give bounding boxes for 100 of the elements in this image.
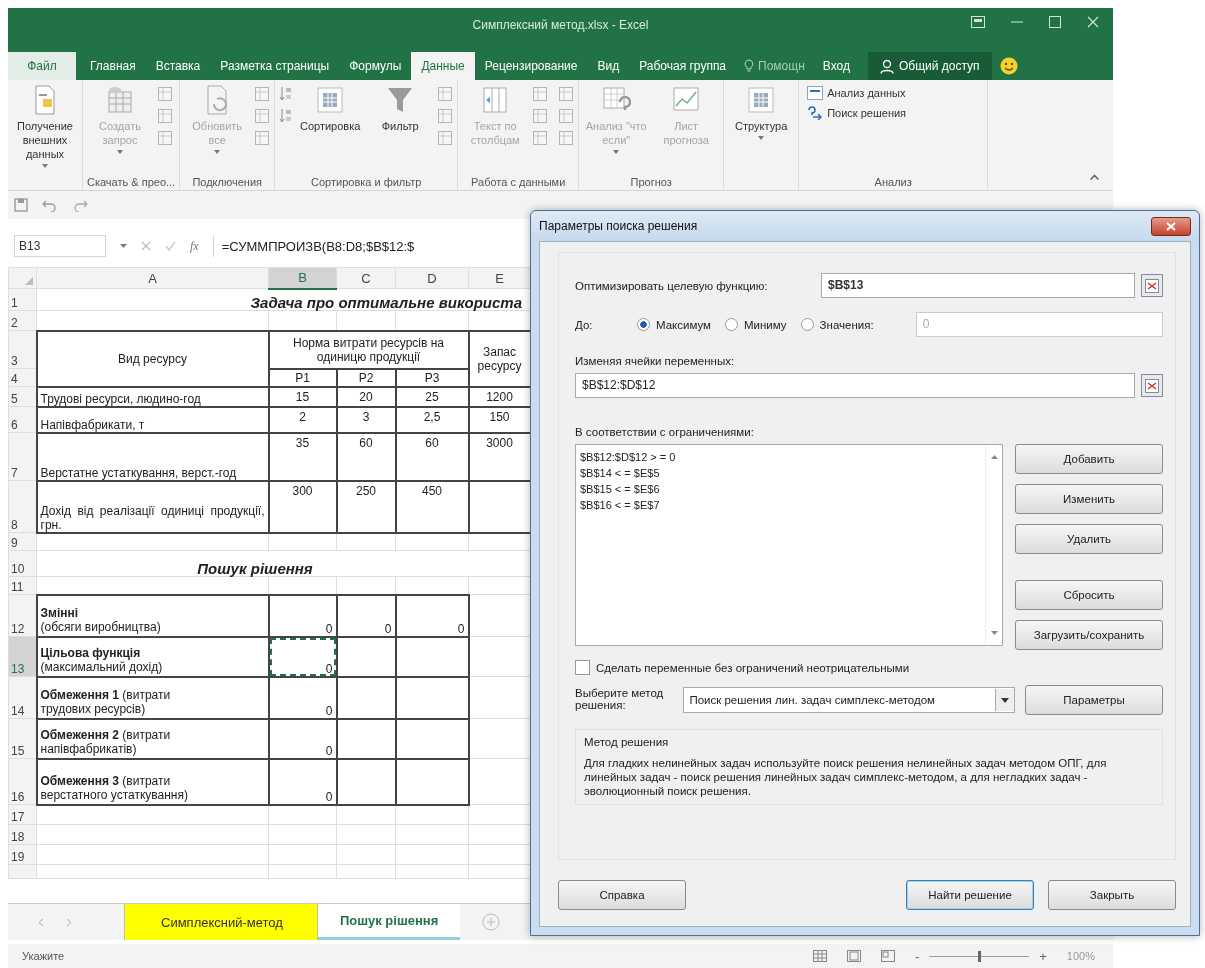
row-header[interactable]: 12 (8, 594, 37, 637)
ribbon-tab[interactable]: Формулы (339, 52, 412, 80)
dialog-button[interactable]: Загрузить/сохранить (1015, 620, 1163, 650)
radio-option[interactable]: Значения: (800, 318, 874, 331)
row-header[interactable]: 6 (8, 406, 37, 433)
dialog-button[interactable]: Сбросить (1015, 580, 1163, 610)
sort-icon[interactable] (279, 86, 294, 102)
insert-function-button[interactable]: fx (190, 238, 199, 254)
row-header[interactable]: 15 (8, 718, 37, 759)
tool-icon[interactable] (532, 108, 549, 124)
ribbon-tab[interactable]: Главная (80, 52, 146, 80)
select-all-icon[interactable] (25, 277, 33, 285)
dialog-button[interactable]: Изменить (1015, 484, 1163, 514)
tool-icon[interactable] (437, 130, 454, 146)
ribbon-tab[interactable]: Вид (587, 52, 630, 80)
zoom-out-button[interactable]: - (914, 948, 920, 964)
row-header[interactable]: 13 (8, 636, 37, 677)
row-header[interactable]: 17 (8, 804, 37, 825)
ribbon-button[interactable]: Структура (728, 84, 795, 140)
normal-view-icon[interactable] (812, 950, 827, 962)
ribbon-tab[interactable]: Рецензирование (474, 52, 588, 80)
close-button[interactable] (1151, 216, 1191, 236)
tool-icon[interactable] (157, 130, 173, 146)
ribbon-button[interactable]: Анализ данных (803, 84, 910, 102)
constraint-item[interactable]: $B$14 < = $E$5 (580, 465, 981, 481)
check-icon[interactable] (165, 241, 176, 251)
dialog-button[interactable]: Добавить (1015, 444, 1163, 474)
ribbon-button[interactable]: Получение внешних данных (12, 84, 78, 168)
sort-icon[interactable] (279, 108, 294, 124)
sheet-tab[interactable]: Симплексний-метод (124, 904, 317, 940)
ribbon-button[interactable]: Фильтр (367, 84, 434, 133)
row-header[interactable]: 2 (8, 310, 37, 331)
method-dropdown[interactable]: Поиск решения лин. задач симплекс-методом (683, 687, 1016, 713)
column-header[interactable]: A (36, 267, 269, 289)
tool-icon[interactable] (254, 108, 271, 124)
zoom-in-button[interactable]: + (1039, 948, 1047, 964)
row-header[interactable]: 19 (8, 844, 37, 865)
constraint-item[interactable]: $B$12:$D$12 > = 0 (580, 449, 981, 465)
row-header[interactable]: 5 (8, 386, 37, 407)
page-break-icon[interactable] (880, 950, 895, 962)
redo-icon[interactable] (72, 198, 88, 212)
dialog-button[interactable]: Удалить (1015, 524, 1163, 554)
scroll-down-icon[interactable] (990, 631, 998, 635)
sheet-tab[interactable]: Пошук рішення (316, 904, 461, 940)
page-layout-icon[interactable] (846, 950, 861, 962)
radio-option[interactable]: Максимум (637, 318, 711, 331)
smiley-icon[interactable] (999, 57, 1018, 75)
row-header[interactable]: 7 (8, 432, 37, 481)
row-header[interactable]: 3 (8, 330, 37, 369)
column-header[interactable]: E (468, 267, 531, 289)
ribbon-display-icon[interactable] (971, 16, 985, 28)
row-header[interactable]: 14 (8, 676, 37, 719)
dialog-button[interactable]: Закрыть (1048, 880, 1176, 910)
tool-icon[interactable] (254, 86, 271, 102)
cancel-icon[interactable] (141, 241, 151, 251)
tool-icon[interactable] (558, 86, 575, 102)
ribbon-tab[interactable]: Вставка (145, 52, 211, 80)
variable-cells-field[interactable]: $B$12:$D$12 (575, 373, 1135, 398)
tool-icon[interactable] (157, 86, 173, 102)
range-select-button[interactable] (1141, 374, 1163, 397)
tool-icon[interactable] (437, 108, 454, 124)
share-button[interactable]: Общий доступ (867, 52, 992, 80)
row-header[interactable]: 1 (8, 288, 37, 311)
tool-icon[interactable] (532, 86, 549, 102)
column-header[interactable]: B (268, 267, 337, 289)
add-sheet-icon[interactable] (482, 913, 501, 931)
ribbon-button[interactable]: Поиск решения (803, 104, 911, 122)
parameters-button[interactable]: Параметры (1025, 685, 1163, 715)
ribbon-button[interactable]: Сортировка (297, 84, 364, 133)
previous-sheet-icon[interactable] (38, 917, 44, 927)
tool-icon[interactable] (437, 86, 454, 102)
tool-icon[interactable] (157, 108, 173, 124)
row-header[interactable]: 16 (8, 758, 37, 805)
save-icon[interactable] (14, 198, 28, 212)
column-header[interactable]: C (336, 267, 396, 289)
ribbon-tab[interactable]: Файл (8, 52, 76, 80)
tool-icon[interactable] (532, 130, 549, 146)
constraint-item[interactable]: $B$15 < = $E$6 (580, 481, 981, 497)
radio-option[interactable]: Миниму (725, 318, 787, 331)
dialog-button[interactable]: Справка (558, 880, 686, 910)
scroll-up-icon[interactable] (990, 455, 998, 459)
nonnegative-checkbox[interactable]: Сделать переменные без ограничений неотрицательными (575, 660, 1163, 675)
collapse-ribbon-icon[interactable] (1090, 174, 1099, 180)
name-box[interactable]: B13 (14, 235, 106, 257)
sign-in-link[interactable]: Вход (812, 52, 860, 80)
ribbon-tab[interactable]: Данные (411, 52, 475, 80)
undo-icon[interactable] (42, 198, 58, 212)
dialog-button[interactable]: Найти решение (906, 880, 1034, 910)
maximize-icon[interactable] (1049, 16, 1061, 28)
row-header[interactable]: 18 (8, 824, 37, 845)
range-select-button[interactable] (1141, 274, 1163, 297)
zoom-slider-thumb[interactable] (978, 950, 982, 962)
column-header[interactable]: D (395, 267, 469, 289)
row-header[interactable]: 8 (8, 480, 37, 533)
row-header[interactable]: 10 (8, 550, 37, 577)
tool-icon[interactable] (558, 108, 575, 124)
tool-icon[interactable] (254, 130, 271, 146)
close-icon[interactable] (1087, 16, 1099, 28)
caret-icon[interactable] (120, 244, 127, 248)
constraint-item[interactable]: $B$16 < = $E$7 (580, 497, 981, 513)
